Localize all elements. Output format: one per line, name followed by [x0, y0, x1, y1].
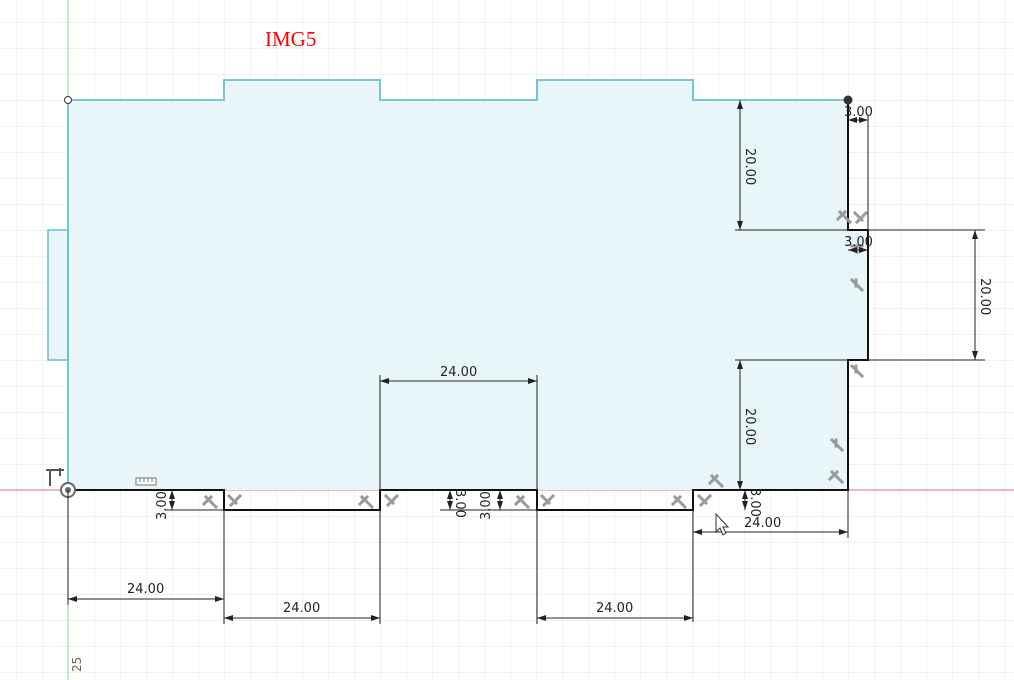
dim-tab2-depth-left[interactable]: 3.00: [452, 489, 467, 518]
dim-tab1-depth[interactable]: 3.00: [155, 491, 170, 520]
dim-right-notch-height[interactable]: 20.00: [977, 278, 992, 315]
dim-left-segment-width[interactable]: 24.00: [127, 582, 164, 597]
dim-right-notch-width[interactable]: 3.00: [844, 235, 873, 250]
dimension-glyph-icon: [135, 477, 157, 486]
dim-right-bottom-height[interactable]: 20.00: [742, 408, 757, 445]
dim-right-top-width[interactable]: 3.00: [844, 105, 873, 120]
dim-tab3-depth[interactable]: 3.00: [747, 488, 762, 517]
dim-tab2-depth-right[interactable]: 3.00: [479, 491, 494, 520]
sketch-point-top-right[interactable]: [843, 95, 853, 105]
image-caption: IMG5: [265, 27, 317, 51]
dim-middle-tab-width[interactable]: 24.00: [440, 365, 477, 380]
dim-tab1-width[interactable]: 24.00: [283, 601, 320, 616]
axis-label: 25: [70, 657, 84, 672]
left-tab-region[interactable]: [47, 229, 69, 361]
dim-tab3-bottom-width[interactable]: 24.00: [596, 601, 633, 616]
sketch-point-top-left[interactable]: [64, 96, 72, 104]
dim-tab3-width[interactable]: 24.00: [744, 516, 781, 531]
dim-right-top-height[interactable]: 20.00: [742, 148, 757, 185]
sketch-canvas[interactable]: 3.00 20.00 3.00 20.00 20.00 24.00 3.00 3…: [0, 0, 1014, 680]
